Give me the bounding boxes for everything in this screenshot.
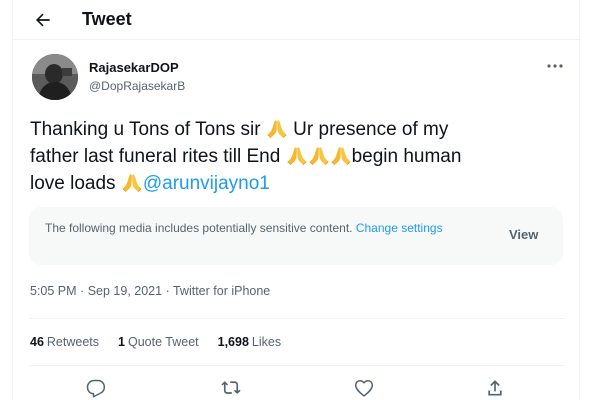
divider — [29, 318, 565, 319]
reply-icon — [86, 379, 106, 398]
tweet-metadata: 5:05 PM · Sep 19, 2021 · Twitter for iPh… — [30, 284, 270, 298]
arrow-left-icon — [36, 13, 50, 27]
view-button[interactable]: View — [509, 227, 538, 242]
display-name[interactable]: RajasekarDOP — [89, 60, 179, 75]
sensitive-message-text: The following media includes potentially… — [45, 221, 356, 235]
tweet-panel: Tweet RajasekarDOP @DopRajasekarB Thanki… — [12, 0, 581, 400]
folded-hands-emoji — [266, 118, 288, 138]
quote-tweets-stat[interactable]: 1 Quote Tweet — [118, 335, 199, 349]
change-settings-link[interactable]: Change settings — [356, 221, 443, 235]
likes-count: 1,698 — [217, 335, 249, 349]
more-options-button[interactable] — [543, 58, 567, 74]
retweets-label: Retweets — [46, 335, 100, 349]
divider — [29, 365, 565, 366]
retweet-button[interactable] — [219, 376, 243, 400]
meta-separator: · — [165, 284, 170, 298]
page-header: Tweet — [13, 0, 581, 40]
like-button[interactable] — [352, 376, 376, 400]
folded-hands-emoji — [286, 145, 308, 165]
back-button[interactable] — [31, 8, 55, 32]
tweet-line1-start: Thanking u Tons of Tons sir — [30, 119, 261, 140]
tweet-line2-end: begin human — [351, 146, 462, 167]
tweet-line3-start: love loads — [30, 173, 116, 194]
likes-label: Likes — [251, 335, 282, 349]
tweet-stats: 46 Retweets 1 Quote Tweet 1,698 Likes — [30, 335, 281, 349]
tweet-actions — [13, 376, 581, 400]
mention-link[interactable]: @arunvijayno1 — [143, 173, 270, 194]
meta-separator: · — [80, 284, 85, 298]
reply-button[interactable] — [84, 376, 108, 400]
share-icon — [488, 380, 502, 396]
tweet-date[interactable]: Sep 19, 2021 — [88, 284, 162, 298]
tweet-text: Thanking u Tons of Tons sir Ur presence … — [30, 116, 560, 197]
share-button[interactable] — [483, 376, 507, 400]
retweets-count: 46 — [30, 335, 44, 349]
user-handle[interactable]: @DopRajasekarB — [89, 79, 185, 93]
folded-hands-emoji — [330, 145, 352, 165]
heart-icon — [354, 380, 374, 397]
tweet-time[interactable]: 5:05 PM — [30, 284, 77, 298]
quotes-label: Quote Tweet — [127, 335, 199, 349]
tweet-source[interactable]: Twitter for iPhone — [173, 284, 270, 298]
retweet-icon — [221, 381, 241, 394]
folded-hands-emoji — [308, 145, 330, 165]
more-horizontal-icon — [547, 64, 563, 68]
likes-stat[interactable]: 1,698 Likes — [218, 335, 281, 349]
tweet-line1-end: Ur presence of my — [287, 119, 449, 140]
quotes-count: 1 — [118, 335, 125, 349]
retweets-stat[interactable]: 46 Retweets — [30, 335, 99, 349]
sensitive-content-warning: The following media includes potentially… — [29, 207, 563, 265]
page-title: Tweet — [82, 9, 132, 29]
avatar[interactable] — [32, 54, 78, 100]
tweet-line2-start: father last funeral rites till End — [30, 146, 281, 167]
folded-hands-emoji — [121, 172, 143, 192]
sensitive-message: The following media includes potentially… — [45, 219, 475, 237]
